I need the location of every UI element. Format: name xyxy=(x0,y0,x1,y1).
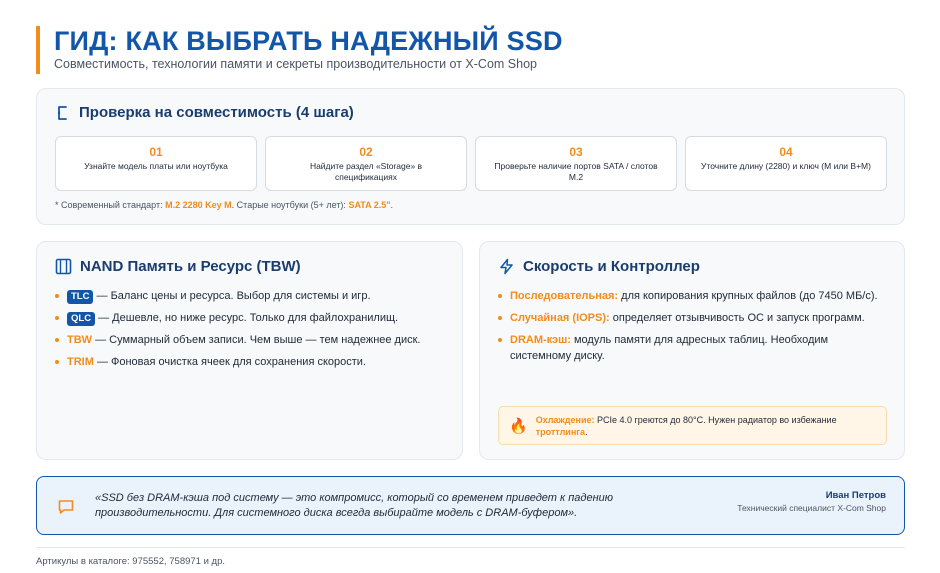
note-prefix: * Современный стандарт: xyxy=(55,200,166,210)
list-item: TBW — Суммарный объем записи. Чем выше —… xyxy=(55,332,441,348)
random-term: Случайная (IOPS): xyxy=(510,312,610,324)
note-standard: M.2 2280 Key M xyxy=(165,200,232,210)
speed-title-text: Скорость и Контроллер xyxy=(523,258,700,275)
page-header: ГИД: КАК ВЫБРАТЬ НАДЕЖНЫЙ SSD Совместимо… xyxy=(36,26,563,74)
item-text: — Фоновая очистка ячеек для сохранения с… xyxy=(93,356,366,368)
footer-divider xyxy=(36,547,905,548)
cooling-warning: 🔥 Охлаждение: PCIe 4.0 греются до 80°C. … xyxy=(498,406,887,445)
quote-author: Иван Петров Технический специалист X-Com… xyxy=(736,490,886,514)
note-suffix: . xyxy=(390,200,394,210)
step-number: 01 xyxy=(149,145,163,159)
compatibility-title: Проверка на совместимость (4 шага) xyxy=(55,104,354,121)
compatibility-card: Проверка на совместимость (4 шага) 01 Уз… xyxy=(36,88,905,225)
memory-chip-icon xyxy=(55,258,72,275)
step-number: 04 xyxy=(779,145,793,159)
qlc-badge: QLC xyxy=(67,312,96,326)
step-card-2: 02 Найдите раздел «Storage» в спецификац… xyxy=(265,136,467,191)
tbw-term: TBW xyxy=(67,334,93,346)
list-item: DRAM-кэш: модуль памяти для адресных таб… xyxy=(498,332,884,364)
list-item: Последовательная: для копирования крупны… xyxy=(498,288,884,304)
throttling-term: троттлинга xyxy=(535,426,586,437)
page-subtitle: Совместимость, технологии памяти и секре… xyxy=(54,57,537,71)
step-text: Проверьте наличие портов SATA / слотов M… xyxy=(494,161,658,182)
dram-term: DRAM-кэш: xyxy=(510,334,571,346)
warning-end: . xyxy=(585,426,588,437)
author-name: Иван Петров xyxy=(825,490,886,501)
note-legacy: SATA 2.5" xyxy=(348,200,391,210)
item-text: определяет отзывчивость ОС и запуск прог… xyxy=(609,312,865,324)
steps-row: 01 Узнайте модель платы или ноутбука 02 … xyxy=(55,136,887,191)
nand-title: NAND Память и Ресурс (TBW) xyxy=(55,258,301,275)
cooling-term: Охлаждение: xyxy=(535,414,595,425)
chat-bubble-icon xyxy=(58,500,74,514)
lightning-icon xyxy=(500,258,513,275)
nand-list: TLC — Баланс цены и ресурса. Выбор для с… xyxy=(55,288,441,376)
step-text: Узнайте модель платы или ноутбука xyxy=(84,161,228,171)
page-title: ГИД: КАК ВЫБРАТЬ НАДЕЖНЫЙ SSD xyxy=(54,26,563,56)
step-number: 03 xyxy=(569,145,583,159)
warning-text: PCIe 4.0 греются до 80°C. Нужен радиатор… xyxy=(594,414,837,425)
standard-note: * Современный стандарт: M.2 2280 Key M. … xyxy=(55,200,393,210)
compatibility-title-text: Проверка на совместимость (4 шага) xyxy=(79,104,354,121)
step-text: Уточните длину (2280) и ключ (M или B+M) xyxy=(701,161,871,171)
quote-text: «SSD без DRAM-кэша под систему — это ком… xyxy=(95,492,614,519)
fire-icon: 🔥 xyxy=(509,417,528,435)
author-role: Технический специалист X-Com Shop xyxy=(737,503,886,513)
expert-quote: «SSD без DRAM-кэша под систему — это ком… xyxy=(36,476,905,535)
item-text: — Дешевле, но ниже ресурс. Только для фа… xyxy=(95,312,399,324)
item-text: для копирования крупных файлов (до 7450 … xyxy=(618,290,878,302)
nand-title-text: NAND Память и Ресурс (TBW) xyxy=(80,258,301,275)
step-text: Найдите раздел «Storage» в спецификациях xyxy=(309,161,423,182)
list-item: TRIM — Фоновая очистка ячеек для сохране… xyxy=(55,354,441,370)
list-item: QLC — Дешевле, но ниже ресурс. Только дл… xyxy=(55,310,441,326)
step-card-3: 03 Проверьте наличие портов SATA / слото… xyxy=(475,136,677,191)
bracket-icon xyxy=(57,105,67,120)
step-card-1: 01 Узнайте модель платы или ноутбука xyxy=(55,136,257,191)
sequential-term: Последовательная: xyxy=(510,290,619,302)
tlc-badge: TLC xyxy=(67,290,94,304)
note-middle: . Старые ноутбуки (5+ лет): xyxy=(231,200,349,210)
speed-title: Скорость и Контроллер xyxy=(498,258,700,275)
footer-articles: Артикулы в каталоге: 975552, 758971 и др… xyxy=(36,556,226,567)
speed-list: Последовательная: для копирования крупны… xyxy=(498,288,884,370)
step-card-4: 04 Уточните длину (2280) и ключ (M или B… xyxy=(685,136,887,191)
step-number: 02 xyxy=(359,145,373,159)
item-text: — Суммарный объем записи. Чем выше — тем… xyxy=(92,334,421,346)
cooling-warning-text: Охлаждение: PCIe 4.0 греются до 80°C. Ну… xyxy=(536,414,878,438)
list-item: TLC — Баланс цены и ресурса. Выбор для с… xyxy=(55,288,441,304)
item-text: — Баланс цены и ресурса. Выбор для систе… xyxy=(93,290,371,302)
trim-term: TRIM xyxy=(67,356,94,368)
list-item: Случайная (IOPS): определяет отзывчивост… xyxy=(498,310,884,326)
speed-card: Скорость и Контроллер Последовательная: … xyxy=(479,241,905,460)
nand-card: NAND Память и Ресурс (TBW) TLC — Баланс … xyxy=(36,241,463,460)
